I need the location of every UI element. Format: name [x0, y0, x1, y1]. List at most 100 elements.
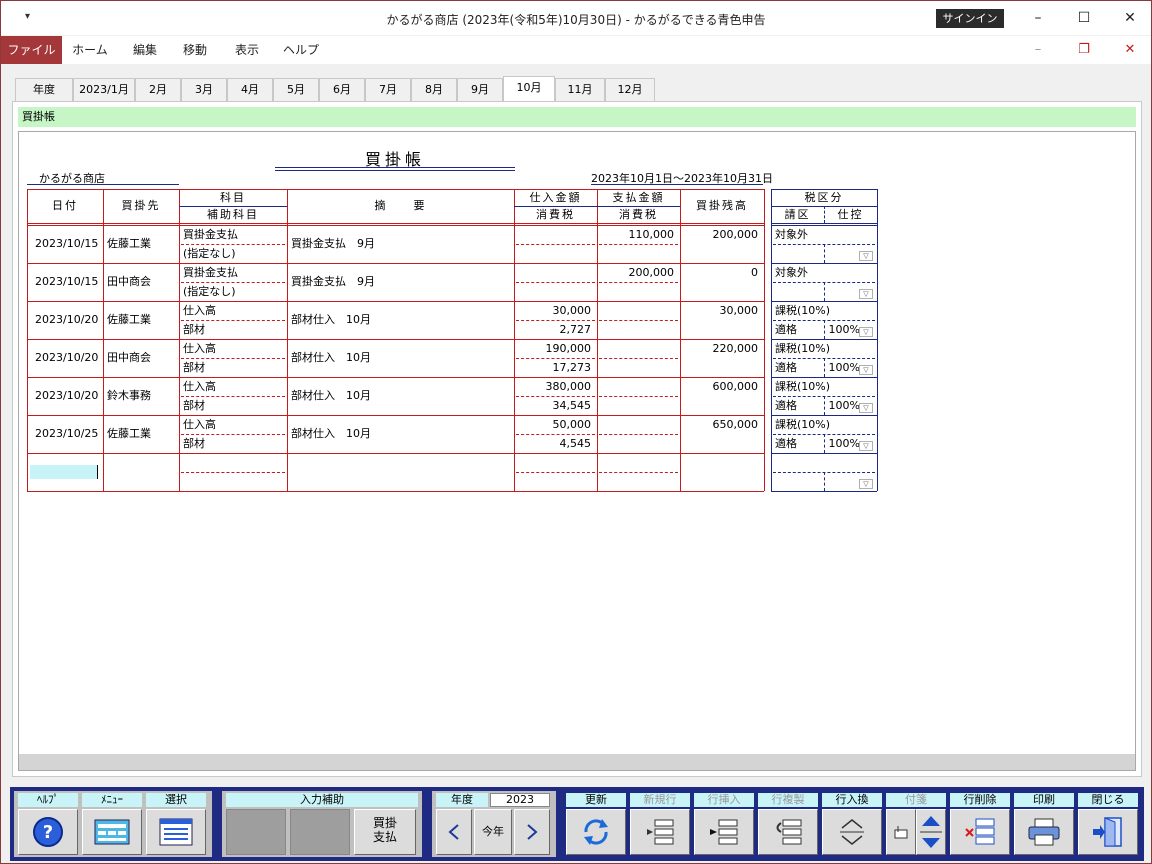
- doc-restore-icon[interactable]: ❐: [1072, 40, 1096, 60]
- row-tax-kbn[interactable]: [775, 245, 823, 263]
- minimize-icon[interactable]: –: [1026, 7, 1050, 29]
- row-summary[interactable]: 部材仕入 10月: [291, 349, 491, 367]
- row-tax-rate[interactable]: 100%: [824, 435, 860, 453]
- row-balance[interactable]: 600,000: [684, 378, 759, 396]
- row-purchase[interactable]: [518, 226, 591, 244]
- row-summary[interactable]: 部材仕入 10月: [291, 311, 491, 329]
- row-date[interactable]: 2023/10/15: [35, 235, 105, 253]
- tax-dropdown-chevron-icon[interactable]: ▽: [859, 251, 873, 261]
- row-balance[interactable]: 200,000: [684, 226, 759, 244]
- row-tax-rate[interactable]: 100%: [824, 397, 860, 415]
- row-payment[interactable]: 110,000: [601, 226, 675, 244]
- tab-8[interactable]: 8月: [411, 78, 457, 102]
- tab-2[interactable]: 2月: [135, 78, 181, 102]
- menu-home[interactable]: ホーム: [67, 36, 113, 64]
- row-tax[interactable]: 17,273: [518, 359, 592, 377]
- assist-payment-button[interactable]: 買掛 支払: [354, 809, 416, 855]
- row-summary[interactable]: 買掛金支払 9月: [291, 273, 491, 291]
- tab-11[interactable]: 11月: [555, 78, 605, 102]
- menu-button[interactable]: [82, 809, 142, 855]
- row-partner[interactable]: 佐藤工業: [107, 425, 177, 443]
- row-balance[interactable]: 220,000: [684, 340, 759, 358]
- row-account[interactable]: 仕入高: [183, 416, 283, 434]
- help-button[interactable]: ?: [18, 809, 78, 855]
- row-tax-class[interactable]: 課税(10%): [775, 416, 875, 434]
- tab-9[interactable]: 9月: [457, 78, 503, 102]
- menu-file[interactable]: ファイル: [1, 36, 62, 64]
- close-button[interactable]: [1078, 809, 1138, 855]
- next-year-button[interactable]: [514, 809, 550, 855]
- row-purchase[interactable]: 30,000: [518, 302, 592, 320]
- tax-dropdown-chevron-icon[interactable]: ▽: [859, 365, 873, 375]
- row-subaccount[interactable]: (指定なし): [183, 245, 283, 263]
- row-account[interactable]: 仕入高: [183, 302, 283, 320]
- menu-edit[interactable]: 編集: [123, 36, 167, 64]
- row-summary[interactable]: 部材仕入 10月: [291, 425, 491, 443]
- print-button[interactable]: [1014, 809, 1074, 855]
- row-subaccount[interactable]: (指定なし): [183, 283, 283, 301]
- row-account[interactable]: 買掛金支払: [183, 264, 283, 282]
- row-tax[interactable]: 34,545: [518, 397, 592, 415]
- select-button[interactable]: [146, 809, 206, 855]
- row-subaccount[interactable]: 部材: [183, 397, 283, 415]
- row-balance[interactable]: 30,000: [684, 302, 759, 320]
- tag-button[interactable]: [886, 809, 916, 855]
- row-date[interactable]: 2023/10/15: [35, 273, 105, 291]
- row-partner[interactable]: 佐藤工業: [107, 311, 177, 329]
- this-year-button[interactable]: 今年: [474, 809, 512, 855]
- row-partner[interactable]: 田中商会: [107, 273, 177, 291]
- year-field[interactable]: 2023: [490, 793, 550, 807]
- copy-row-button[interactable]: [758, 809, 818, 855]
- row-purchase[interactable]: 190,000: [518, 340, 592, 358]
- row-date[interactable]: 2023/10/20: [35, 349, 105, 367]
- row-tax-class[interactable]: 対象外: [775, 226, 875, 244]
- signin-button[interactable]: サインイン: [936, 9, 1004, 28]
- row-account[interactable]: 買掛金支払: [183, 226, 283, 244]
- row-payment[interactable]: 200,000: [601, 264, 675, 282]
- tab-3[interactable]: 3月: [181, 78, 227, 102]
- row-tax[interactable]: [518, 283, 591, 301]
- horizontal-scrollbar[interactable]: [19, 754, 1135, 770]
- close-icon[interactable]: ✕: [1118, 7, 1142, 29]
- new-row-button[interactable]: [630, 809, 690, 855]
- row-partner[interactable]: 鈴木事務: [107, 387, 177, 405]
- row-tax-rate[interactable]: 100%: [824, 359, 860, 377]
- row-partner[interactable]: 田中商会: [107, 349, 177, 367]
- row-tax[interactable]: 4,545: [518, 435, 592, 453]
- swap-row-button[interactable]: [822, 809, 882, 855]
- row-tax-rate[interactable]: 100%: [824, 321, 860, 339]
- row-tax-rate[interactable]: [824, 283, 860, 301]
- tag-updown-button[interactable]: [916, 809, 946, 855]
- tab-6[interactable]: 6月: [319, 78, 365, 102]
- row-summary[interactable]: 部材仕入 10月: [291, 387, 491, 405]
- tax-dropdown-chevron-icon[interactable]: ▽: [859, 441, 873, 451]
- menu-help[interactable]: ヘルプ: [277, 36, 325, 64]
- row-account[interactable]: 仕入高: [183, 340, 283, 358]
- row-tax-class[interactable]: 対象外: [775, 264, 875, 282]
- tab-12[interactable]: 12月: [605, 78, 655, 102]
- menu-move[interactable]: 移動: [173, 36, 217, 64]
- row-account[interactable]: 仕入高: [183, 378, 283, 396]
- tab-year[interactable]: 年度: [15, 78, 73, 102]
- doc-close-icon[interactable]: ✕: [1118, 40, 1142, 60]
- row-tax-kbn[interactable]: [775, 283, 823, 301]
- row-partner[interactable]: 佐藤工業: [107, 235, 177, 253]
- update-button[interactable]: [566, 809, 626, 855]
- row-balance[interactable]: 0: [684, 264, 758, 282]
- row-balance[interactable]: 650,000: [684, 416, 759, 434]
- prev-year-button[interactable]: [436, 809, 472, 855]
- row-date[interactable]: 2023/10/20: [35, 387, 105, 405]
- tax-dropdown-chevron-icon[interactable]: ▽: [859, 327, 873, 337]
- row-tax[interactable]: 2,727: [518, 321, 592, 339]
- row-payment[interactable]: [601, 302, 674, 320]
- row-tax-kbn[interactable]: 適格: [775, 397, 823, 415]
- row-tax-class[interactable]: 課税(10%): [775, 302, 875, 320]
- row-tax-class[interactable]: 課税(10%): [775, 378, 875, 396]
- tab-7[interactable]: 7月: [365, 78, 411, 102]
- row-payment[interactable]: [601, 416, 674, 434]
- tax-dropdown-chevron-icon[interactable]: ▽: [859, 403, 873, 413]
- row-purchase[interactable]: [518, 264, 591, 282]
- doc-minimize-icon[interactable]: –: [1026, 40, 1050, 60]
- row-date[interactable]: 2023/10/25: [35, 425, 105, 443]
- row-payment[interactable]: [601, 378, 674, 396]
